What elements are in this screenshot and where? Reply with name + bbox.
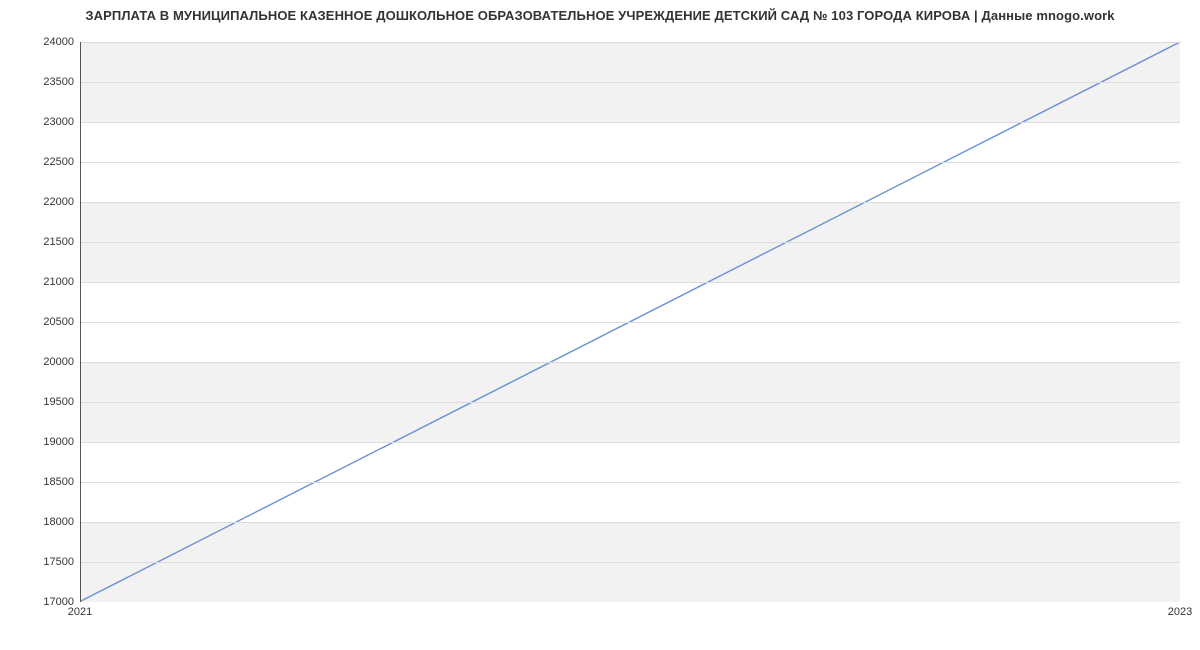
grid-line [81, 402, 1180, 403]
grid-line [81, 82, 1180, 83]
y-tick-label: 22000 [4, 196, 74, 208]
grid-line [81, 442, 1180, 443]
y-tick-label: 20500 [4, 316, 74, 328]
y-tick-label: 21000 [4, 276, 74, 288]
x-tick-label: 2021 [68, 606, 92, 618]
y-tick-label: 20000 [4, 356, 74, 368]
y-tick-label: 23500 [4, 76, 74, 88]
grid-line [81, 122, 1180, 123]
y-tick-label: 19500 [4, 396, 74, 408]
y-tick-label: 22500 [4, 156, 74, 168]
chart-container: ЗАРПЛАТА В МУНИЦИПАЛЬНОЕ КАЗЕННОЕ ДОШКОЛ… [0, 0, 1200, 650]
x-tick-label: 2023 [1168, 606, 1192, 618]
grid-line [81, 282, 1180, 283]
y-tick-label: 24000 [4, 36, 74, 48]
grid-line [81, 42, 1180, 43]
chart-title: ЗАРПЛАТА В МУНИЦИПАЛЬНОЕ КАЗЕННОЕ ДОШКОЛ… [0, 8, 1200, 23]
y-tick-label: 23000 [4, 116, 74, 128]
y-tick-label: 19000 [4, 436, 74, 448]
plot-area [80, 42, 1180, 602]
grid-line [81, 162, 1180, 163]
y-tick-label: 17500 [4, 556, 74, 568]
grid-line [81, 522, 1180, 523]
y-tick-label: 17000 [4, 596, 74, 608]
y-tick-label: 21500 [4, 236, 74, 248]
grid-line [81, 242, 1180, 243]
grid-line [81, 562, 1180, 563]
grid-line [81, 322, 1180, 323]
y-tick-label: 18000 [4, 516, 74, 528]
grid-line [81, 482, 1180, 483]
grid-line [81, 362, 1180, 363]
y-tick-label: 18500 [4, 476, 74, 488]
grid-line [81, 202, 1180, 203]
